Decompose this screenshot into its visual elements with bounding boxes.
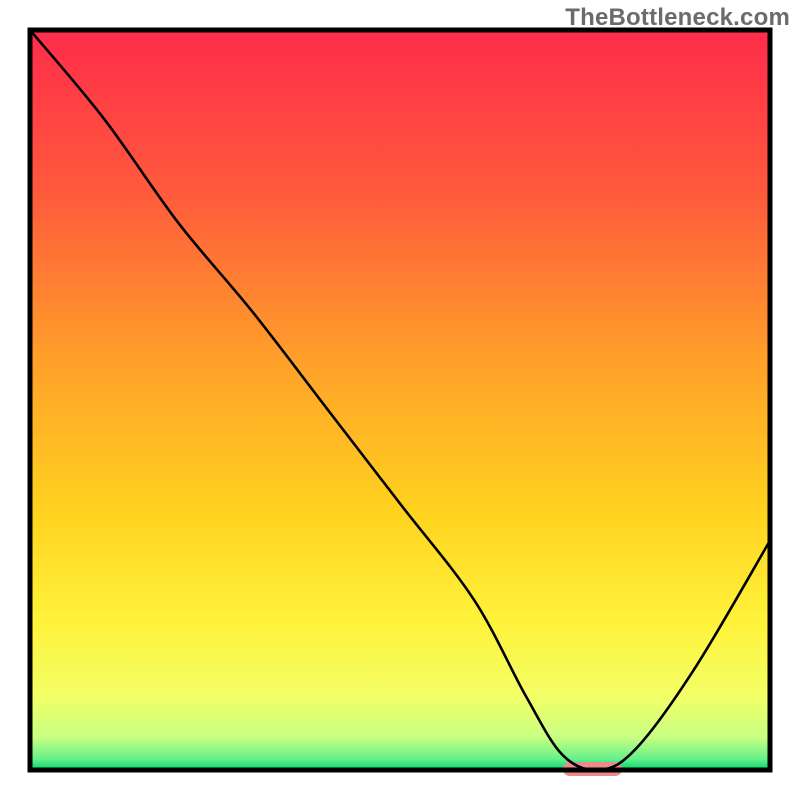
chart-canvas: { "watermark": "TheBottleneck.com", "col… xyxy=(0,0,800,800)
plot-svg xyxy=(0,0,800,800)
plot-background xyxy=(30,30,770,770)
watermark-text: TheBottleneck.com xyxy=(565,4,790,32)
